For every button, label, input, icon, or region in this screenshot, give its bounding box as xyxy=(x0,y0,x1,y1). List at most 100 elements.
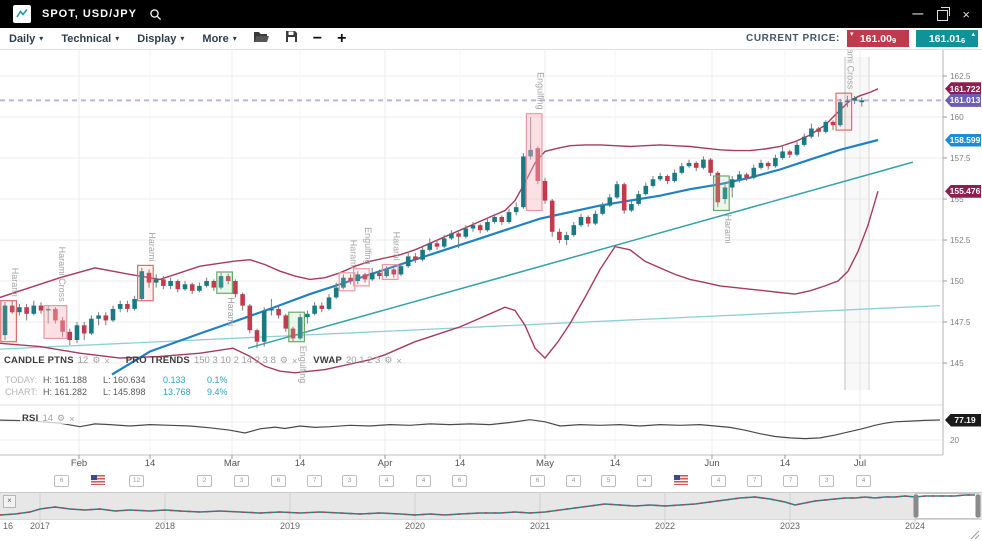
calendar-event-icon[interactable]: 6 xyxy=(530,475,545,487)
candle xyxy=(248,306,253,331)
menu-technical-label: Technical xyxy=(61,33,111,45)
search-icon[interactable] xyxy=(149,8,162,21)
today-change-pct: 0.1% xyxy=(207,374,228,386)
candle xyxy=(701,160,706,168)
zoom-in-button[interactable]: + xyxy=(337,32,346,46)
remove-indicator-icon[interactable]: × xyxy=(69,414,74,424)
pattern-label: Engulfing xyxy=(536,72,546,110)
candle xyxy=(428,243,433,250)
restore-button[interactable] xyxy=(937,10,948,21)
calendar-event-icon[interactable]: 7 xyxy=(307,475,322,487)
calendar-event-icon[interactable]: 4 xyxy=(856,475,871,487)
candle xyxy=(168,281,173,286)
calendar-event-icon[interactable]: 7 xyxy=(747,475,762,487)
gear-icon[interactable]: ⚙ xyxy=(92,355,100,366)
open-folder-icon[interactable] xyxy=(253,30,270,48)
candle xyxy=(730,179,735,187)
chart-change: 13.768 xyxy=(163,386,207,398)
pattern-box xyxy=(354,269,370,286)
x-axis-label: 14 xyxy=(145,458,156,469)
zoom-out-button[interactable]: − xyxy=(313,32,322,46)
calendar-event-icon[interactable]: 2 xyxy=(197,475,212,487)
remove-indicator-icon[interactable]: × xyxy=(396,356,401,366)
indicator-name: RSI xyxy=(22,413,38,424)
minimize-button[interactable]: — xyxy=(912,10,923,18)
svg-text:152.5: 152.5 xyxy=(950,236,971,245)
menu-display[interactable]: Display▾ xyxy=(137,33,184,45)
candle xyxy=(284,315,289,328)
year-label: 2022 xyxy=(655,521,675,531)
candle xyxy=(795,145,800,155)
pattern-box xyxy=(1,301,17,342)
indicator-name: CANDLE PTNS xyxy=(4,355,74,366)
candle xyxy=(435,243,440,246)
ask-price-badge: 161.016 ▴ xyxy=(916,30,978,47)
calendar-event-icon[interactable]: 5 xyxy=(601,475,616,487)
menu-more[interactable]: More▾ xyxy=(202,33,236,45)
calendar-event-icon[interactable]: 4 xyxy=(711,475,726,487)
calendar-event-icon[interactable]: 6 xyxy=(452,475,467,487)
indicator-params: 12 xyxy=(78,355,89,366)
calendar-event-icon[interactable]: 7 xyxy=(783,475,798,487)
remove-indicator-icon[interactable]: × xyxy=(292,356,297,366)
candle xyxy=(327,297,332,309)
gear-icon[interactable]: ⚙ xyxy=(280,355,288,366)
calendar-event-icon[interactable]: 4 xyxy=(379,475,394,487)
calendar-event-icon[interactable]: 3 xyxy=(342,475,357,487)
calendar-event-icon[interactable]: 6 xyxy=(54,475,69,487)
navigator[interactable]: 1620172018201920202021202220232024 xyxy=(0,493,982,540)
navigator-selection[interactable] xyxy=(916,494,978,519)
calendar-event-icon[interactable]: 4 xyxy=(416,475,431,487)
bid-price-badge: ▾ 161.009 xyxy=(847,30,909,47)
candle xyxy=(572,225,577,235)
pattern-label: Harami Cross xyxy=(57,247,67,303)
indicator-name: PRO TRENDS xyxy=(126,355,190,366)
badge-value: 155.476 xyxy=(950,186,981,196)
pattern-annotation-layer: HaramiHarami CrossHaramiHaramiEngulfingH… xyxy=(1,34,856,383)
save-icon[interactable] xyxy=(285,30,298,48)
candle xyxy=(305,314,310,317)
navigator-close-button[interactable]: × xyxy=(3,495,16,508)
calendar-event-icon[interactable]: 6 xyxy=(271,475,286,487)
bollinger-lower-line xyxy=(0,191,878,373)
remove-indicator-icon[interactable]: × xyxy=(104,356,109,366)
calendar-event-icon[interactable]: 4 xyxy=(637,475,652,487)
candle xyxy=(600,206,605,214)
indicator-vwap: VWAP 20 1 2 3 ⚙× xyxy=(313,355,401,366)
candle xyxy=(183,284,188,289)
year-label: 2021 xyxy=(530,521,550,531)
app-window: { "titlebar": {"title": "SPOT, USD/JPY"}… xyxy=(0,0,982,541)
current-price-label: CURRENT PRICE: xyxy=(746,33,840,44)
candle xyxy=(190,284,195,291)
year-label: 2024 xyxy=(905,521,925,531)
x-axis-label: 14 xyxy=(295,458,306,469)
gear-icon[interactable]: ⚙ xyxy=(384,355,392,366)
candle xyxy=(665,176,670,181)
menu-technical[interactable]: Technical▾ xyxy=(61,33,119,45)
chart-low: L: 145.898 xyxy=(103,386,163,398)
lower-band-price-badge: 155.476 xyxy=(945,185,981,198)
toolbar: Daily▾ Technical▾ Display▾ More▾ − + CUR… xyxy=(0,28,982,50)
chevron-down-icon: ▾ xyxy=(233,34,237,43)
us-flag-icon[interactable] xyxy=(91,475,105,485)
gear-icon[interactable]: ⚙ xyxy=(57,413,65,424)
calendar-event-icon[interactable]: 4 xyxy=(566,475,581,487)
candle xyxy=(269,309,274,311)
calendar-event-icon[interactable]: 3 xyxy=(234,475,249,487)
year-label: 16 xyxy=(3,521,13,531)
title-bar: SPOT, USD/JPY — × xyxy=(0,0,982,28)
candle xyxy=(507,212,512,222)
calendar-event-icon[interactable]: 12 xyxy=(129,475,144,487)
menu-daily[interactable]: Daily▾ xyxy=(9,33,43,45)
chart-canvas[interactable]: HaramiHarami CrossHaramiHaramiEngulfingH… xyxy=(0,0,982,541)
navigator-handle[interactable] xyxy=(976,495,981,518)
candle xyxy=(255,330,260,342)
year-label: 2020 xyxy=(405,521,425,531)
navigator-handle[interactable] xyxy=(914,495,919,518)
us-flag-icon[interactable] xyxy=(674,475,688,485)
candle xyxy=(449,233,454,238)
pattern-box xyxy=(138,265,154,300)
close-button[interactable]: × xyxy=(962,8,970,21)
calendar-event-icon[interactable]: 3 xyxy=(819,475,834,487)
candle xyxy=(478,225,483,230)
